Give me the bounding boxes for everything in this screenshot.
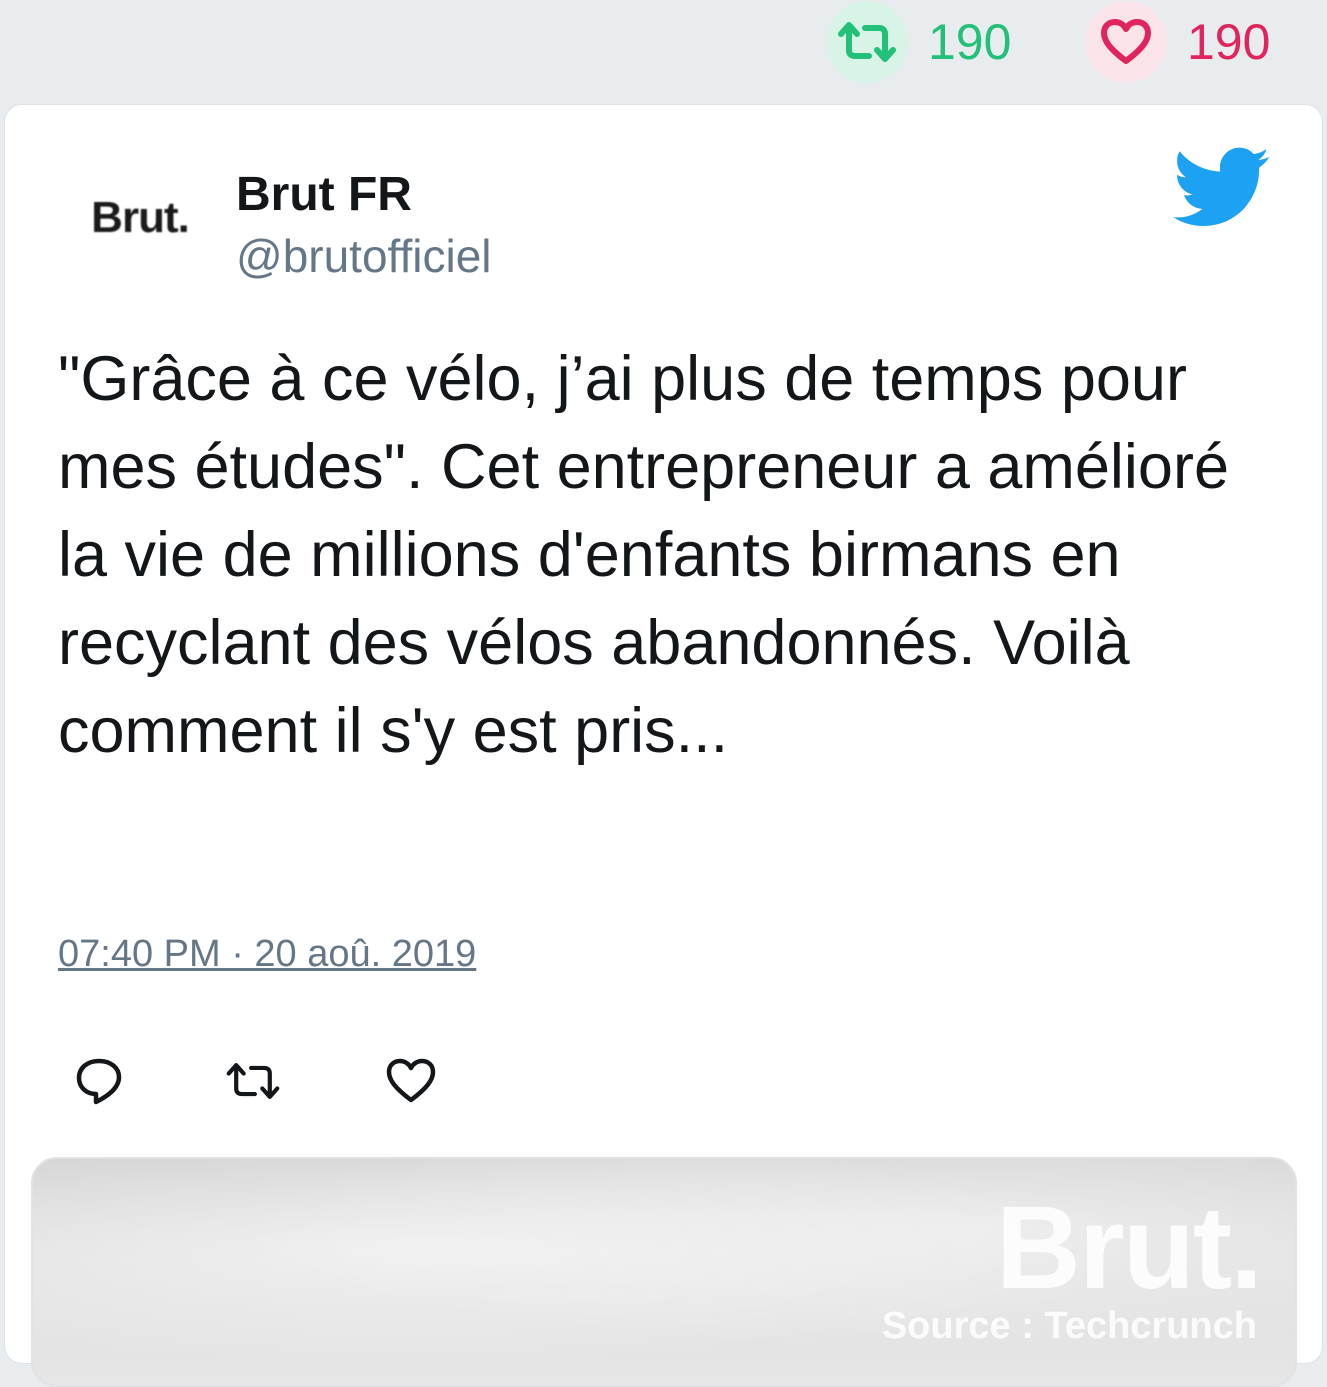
top-stats-bar: 190 190 <box>0 0 1327 100</box>
media-source-caption: Source : Techcrunch <box>881 1305 1257 1347</box>
like-action-icon[interactable] <box>383 1053 439 1109</box>
author-name[interactable]: Brut FR <box>236 167 412 222</box>
avatar-logo-text: Brut. <box>91 193 190 242</box>
tweet-media[interactable]: Brut. Source : Techcrunch <box>31 1157 1297 1387</box>
media-watermark-logo: Brut. <box>995 1182 1263 1314</box>
retweet-stat[interactable]: 190 <box>826 0 1011 84</box>
author-handle[interactable]: @brutofficiel <box>236 229 492 283</box>
retweet-icon[interactable] <box>826 1 908 83</box>
like-stat[interactable]: 190 <box>1085 0 1270 84</box>
tweet-card[interactable]: Brut. Brut FR @brutofficiel "Grâce à ce … <box>4 104 1323 1387</box>
reply-icon[interactable] <box>71 1053 127 1109</box>
avatar[interactable]: Brut. <box>77 165 203 271</box>
retweet-action-icon[interactable] <box>225 1053 281 1109</box>
twitter-bird-icon[interactable] <box>1173 147 1271 229</box>
tweet-timestamp[interactable]: 07:40 PM · 20 aoû. 2019 <box>58 933 476 976</box>
like-count: 190 <box>1187 14 1271 70</box>
tweet-text: "Grâce à ce vélo, j’ai plus de temps pou… <box>58 344 1229 766</box>
heart-icon[interactable] <box>1085 1 1167 83</box>
retweet-count: 190 <box>928 14 1012 70</box>
